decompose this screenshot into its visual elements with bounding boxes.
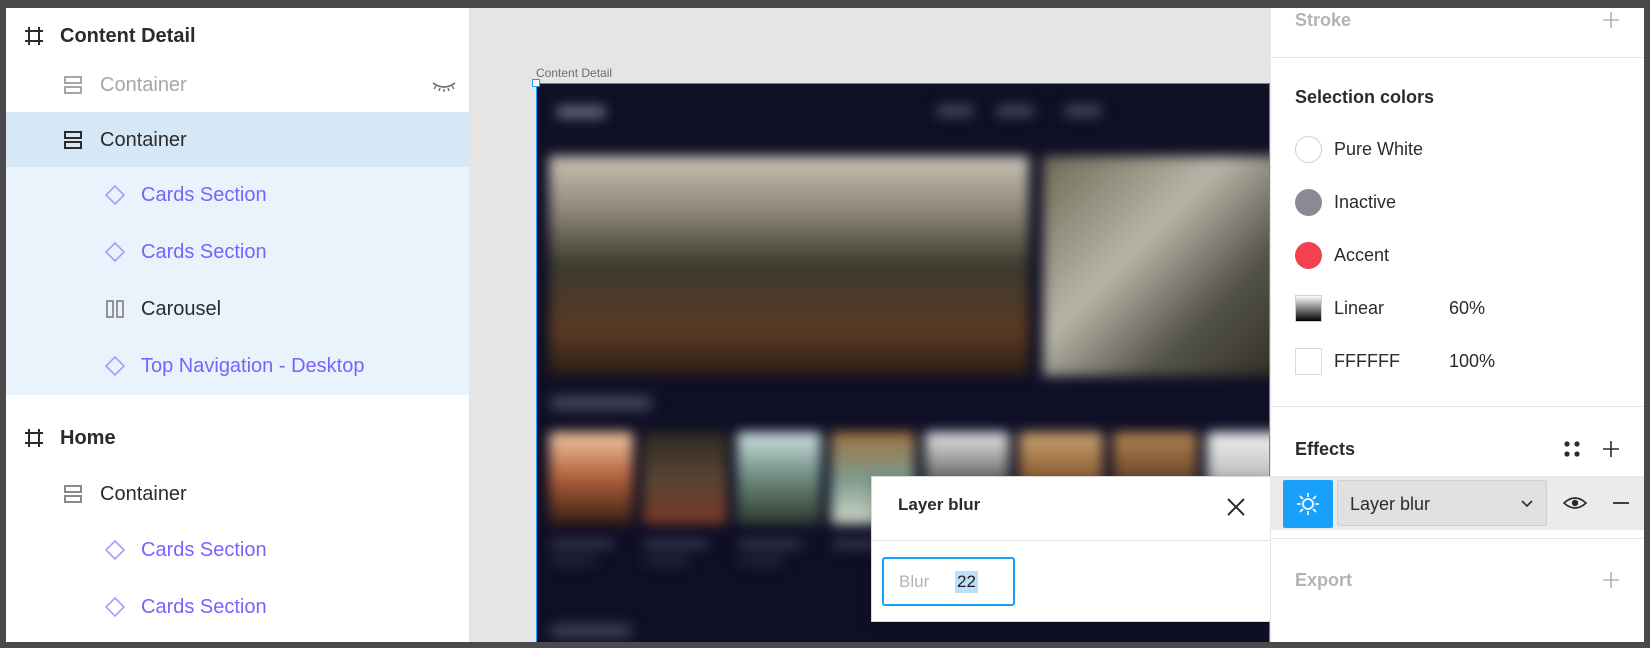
selection-color-row[interactable]: Linear 60% (1295, 293, 1635, 323)
thumb-caption (739, 558, 783, 564)
thumbnail (549, 432, 633, 524)
eye-icon[interactable] (1562, 493, 1588, 513)
divider (1271, 538, 1644, 539)
color-name: FFFFFF (1334, 350, 1400, 371)
color-swatch[interactable] (1295, 294, 1322, 322)
layer-home[interactable]: Home (6, 410, 469, 467)
color-name: Inactive (1334, 191, 1397, 212)
instance-diamond-icon (103, 183, 127, 207)
nav-link (937, 106, 973, 116)
stroke-title: Stroke (1295, 10, 1352, 30)
frame-hash-icon (22, 24, 46, 48)
color-name: Pure White (1334, 138, 1424, 159)
remove-effect-minus-icon[interactable] (1611, 493, 1631, 513)
color-name: Accent (1334, 244, 1390, 265)
autolayout-vertical-icon (61, 128, 85, 152)
instance-diamond-icon (103, 595, 127, 619)
layer-top-navigation[interactable]: Top Navigation - Desktop (6, 338, 469, 395)
thumbnail (643, 432, 727, 524)
selection-color-row[interactable]: Pure White (1295, 134, 1635, 164)
frame-label[interactable]: Content Detail (536, 66, 612, 80)
thumb-caption (739, 540, 801, 548)
popover-title: Layer blur (898, 495, 981, 514)
layer-carousel[interactable]: Carousel (6, 281, 469, 338)
layer-label: Container (100, 129, 187, 151)
layer-label: Carousel (141, 298, 222, 320)
layer-cards-section[interactable]: Cards Section (6, 579, 469, 636)
close-icon[interactable] (1224, 495, 1248, 519)
color-opacity: 100% (1449, 350, 1496, 371)
effect-type-select[interactable]: Layer blur (1337, 480, 1547, 526)
divider (1271, 406, 1644, 407)
add-export-plus-icon[interactable] (1601, 570, 1621, 590)
autolayout-vertical-icon (61, 73, 85, 97)
export-title: Export (1295, 570, 1353, 590)
layer-cards-section[interactable]: Cards Section (6, 522, 469, 579)
eye-hidden-icon[interactable] (431, 75, 457, 95)
nav-logo (557, 106, 605, 118)
layer-cards-section[interactable]: Cards Section (6, 224, 469, 281)
layer-label: Cards Section (141, 539, 267, 561)
hero-image (1043, 156, 1269, 376)
color-opacity: 60% (1449, 297, 1486, 318)
instance-diamond-icon (103, 538, 127, 562)
nav-link (997, 106, 1033, 116)
section-title (551, 624, 631, 638)
layer-container-selected[interactable]: Container (6, 112, 469, 169)
blur-input-value[interactable]: 22 (955, 570, 978, 593)
layer-label: Top Navigation - Desktop (141, 355, 365, 377)
effects-title: Effects (1295, 439, 1356, 459)
selection-colors-title: Selection colors (1295, 87, 1435, 107)
blur-input-label: Blur (899, 571, 930, 591)
effect-styles-dots-icon[interactable] (1562, 439, 1582, 459)
thumb-caption (551, 540, 613, 548)
layer-label: Cards Section (141, 596, 267, 618)
color-swatch[interactable] (1295, 188, 1322, 216)
layers-panel: Content Detail Container Container Cards… (6, 8, 469, 642)
divider (872, 540, 1270, 541)
layer-label: Cards Section (141, 241, 267, 263)
hero-image (549, 156, 1029, 376)
effect-type-value: Layer blur (1350, 494, 1431, 514)
instance-diamond-icon (103, 354, 127, 378)
effect-settings-sun-icon[interactable] (1283, 480, 1333, 528)
layer-label: Cards Section (141, 184, 267, 206)
layer-label: Content Detail (60, 25, 196, 47)
color-swatch[interactable] (1295, 241, 1322, 269)
app-window: Content Detail Container Container Cards… (6, 8, 1644, 642)
layer-label: Home (60, 427, 116, 449)
layer-label: Container (100, 483, 187, 505)
frame-hash-icon (22, 426, 46, 450)
selection-color-row[interactable]: Inactive (1295, 187, 1635, 217)
thumbnail (737, 432, 821, 524)
thumb-caption (551, 558, 595, 564)
thumb-caption (645, 558, 689, 564)
blur-input[interactable]: Blur 22 (882, 557, 1015, 606)
instance-diamond-icon (103, 240, 127, 264)
thumb-caption (645, 540, 707, 548)
add-effect-plus-icon[interactable] (1601, 439, 1621, 459)
layer-label: Container (100, 74, 187, 96)
selection-color-row[interactable]: FFFFFF 100% (1295, 346, 1635, 376)
layer-container[interactable]: Container (6, 466, 469, 523)
color-swatch[interactable] (1295, 347, 1322, 375)
layer-cards-section[interactable]: Cards Section (6, 167, 469, 224)
add-stroke-plus-icon[interactable] (1601, 10, 1621, 30)
nav-link (1065, 106, 1101, 116)
autolayout-horizontal-icon (103, 297, 127, 321)
color-swatch[interactable] (1295, 135, 1322, 163)
chevron-down-icon (1520, 497, 1534, 511)
selection-color-row[interactable]: Accent (1295, 240, 1635, 270)
properties-panel: Stroke Selection colors Pure White Inact… (1270, 8, 1644, 642)
layer-container-hidden[interactable]: Container (6, 57, 469, 114)
section-title (551, 396, 651, 410)
effect-row: Layer blur (1271, 476, 1644, 530)
divider (1271, 57, 1644, 58)
layer-blur-popover: Layer blur Blur 22 (871, 476, 1271, 622)
resize-handle[interactable] (532, 79, 540, 87)
color-name: Linear (1334, 297, 1385, 318)
autolayout-vertical-icon (61, 482, 85, 506)
